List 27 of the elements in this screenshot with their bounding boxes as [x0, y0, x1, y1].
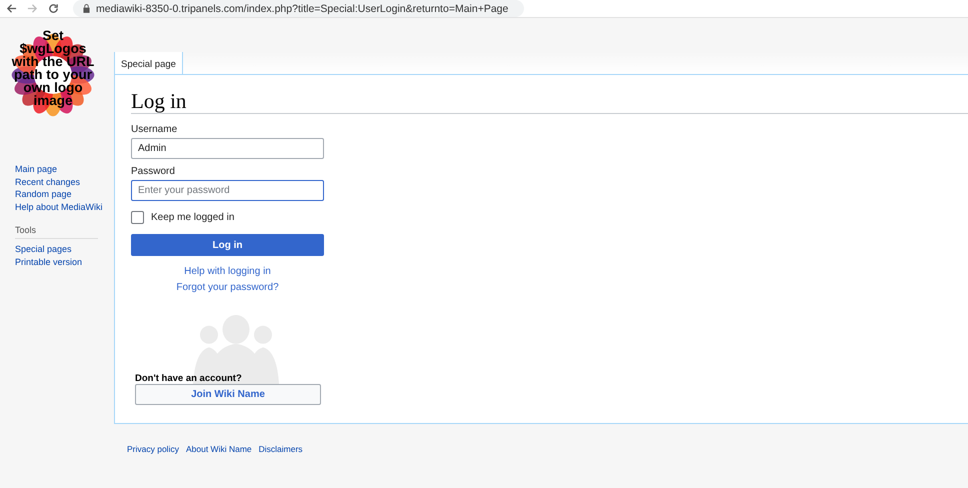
- sidebar-link[interactable]: Help about MediaWiki: [15, 201, 114, 214]
- help-link[interactable]: Forgot your password?: [176, 282, 279, 293]
- sidebar-link[interactable]: Printable version: [15, 256, 114, 268]
- back-icon[interactable]: [6, 3, 17, 14]
- username-label: Username: [131, 124, 178, 135]
- signup-question: Don't have an account?: [135, 373, 243, 384]
- reload-icon[interactable]: [48, 3, 59, 14]
- sidebar-link[interactable]: Special pages: [15, 242, 114, 256]
- login-button[interactable]: Log in: [131, 234, 324, 256]
- footer-link[interactable]: Privacy policy: [127, 444, 179, 454]
- address-bar[interactable]: mediawiki-8350-0.tripanels.com/index.php?title=Special:UserLogin&returnto=Main+Page: [73, 0, 524, 17]
- checkbox-label: Keep me logged in: [151, 212, 234, 223]
- username-field[interactable]: Admin: [131, 138, 324, 159]
- password-field[interactable]: Enter your password: [131, 180, 324, 201]
- help-link[interactable]: Help with logging in: [184, 266, 271, 277]
- join-button[interactable]: Join Wiki Name: [135, 384, 321, 405]
- page-tab[interactable]: Special page: [114, 52, 183, 74]
- footer-link[interactable]: About Wiki Name: [186, 444, 252, 454]
- sidebar-link[interactable]: Recent changes: [15, 176, 114, 188]
- checkbox[interactable]: [131, 211, 144, 224]
- sidebar-link[interactable]: Main page: [15, 163, 114, 176]
- footer-link[interactable]: Disclaimers: [258, 444, 303, 454]
- sidebar-link[interactable]: Random page: [15, 188, 114, 202]
- password-label: Password: [131, 166, 176, 177]
- page-title: Log in: [131, 89, 968, 114]
- tools-heading: Tools: [15, 224, 98, 239]
- lock-icon: [83, 4, 90, 13]
